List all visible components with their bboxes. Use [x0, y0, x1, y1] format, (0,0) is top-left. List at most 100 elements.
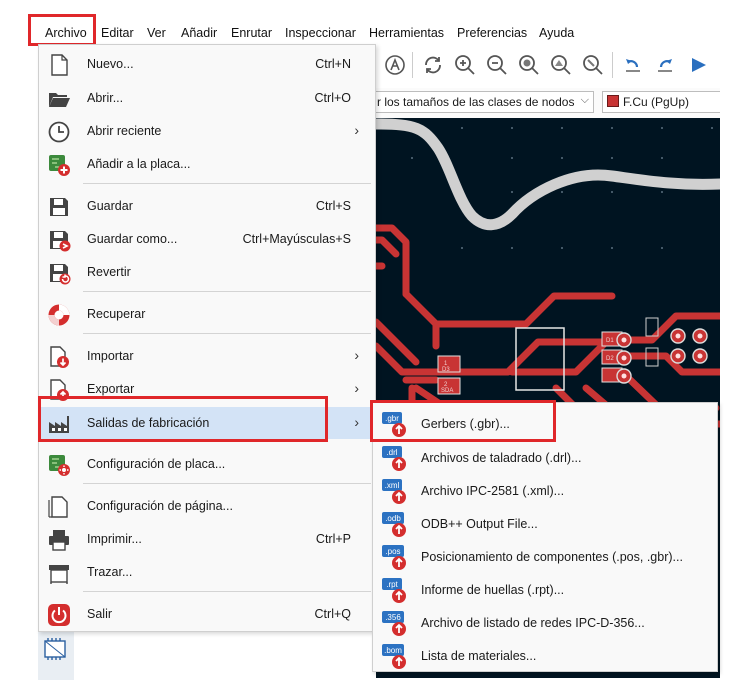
add-board-icon	[49, 155, 70, 176]
submenu-item-taladrado[interactable]: .drl Archivos de taladrado (.drl)...	[373, 441, 717, 474]
copper-tracks	[376, 224, 720, 428]
menu-item-label: Trazar...	[87, 565, 133, 579]
menu-item-trazar[interactable]: Trazar...	[39, 557, 375, 587]
zoom-selection-icon[interactable]	[582, 54, 604, 76]
autoroute-icon[interactable]	[384, 54, 406, 76]
xml-file-icon: .xml	[382, 479, 406, 504]
zoom-out-icon[interactable]	[486, 54, 508, 76]
toolbar-divider	[412, 52, 413, 78]
menu-item-abrir-reciente[interactable]: Abrir reciente ›	[39, 116, 375, 146]
pcb-footprint-icon[interactable]	[42, 636, 68, 662]
import-icon	[50, 346, 69, 368]
zoom-objects-icon[interactable]	[550, 54, 572, 76]
menu-item-shortcut: Ctrl+Q	[314, 607, 351, 621]
save-as-icon	[50, 231, 71, 252]
layer-select[interactable]: F.Cu (PgUp)	[602, 91, 720, 113]
menu-item-nuevo[interactable]: Nuevo... Ctrl+N	[39, 49, 375, 79]
recover-icon	[48, 304, 70, 326]
submenu-item-label: Lista de materiales...	[421, 649, 537, 663]
left-toolbar-strip	[38, 632, 74, 680]
menu-item-label: Recuperar	[87, 307, 146, 321]
menu-item-shortcut: Ctrl+Mayúsculas+S	[242, 232, 351, 246]
refresh-icon[interactable]	[422, 54, 444, 76]
pad-label-sda: SDA	[441, 388, 453, 394]
board-edge-outline	[376, 118, 720, 231]
file-badge: .bom	[384, 646, 402, 655]
layer-select-value: F.Cu (PgUp)	[623, 95, 690, 109]
menu-bar: Archivo Editar Ver Añadir Enrutar Inspec…	[0, 22, 720, 44]
menu-separator	[83, 591, 371, 592]
menu-item-label: Importar	[87, 349, 134, 363]
menu-item-label: Guardar	[87, 199, 133, 213]
menu-item-label: Nuevo...	[87, 57, 134, 71]
menu-separator	[83, 483, 371, 484]
submenu-item-label: Posicionamiento de componentes (.pos, .g…	[421, 550, 683, 564]
menu-enrutar[interactable]: Enrutar	[231, 26, 272, 40]
new-file-icon	[51, 54, 68, 76]
menu-ver[interactable]: Ver	[147, 26, 166, 40]
pad-label-d1: D1	[606, 338, 614, 344]
rotate-cw-icon[interactable]	[654, 54, 676, 76]
zoom-in-icon[interactable]	[454, 54, 476, 76]
submenu-item-posicionamiento[interactable]: .pos Posicionamiento de componentes (.po…	[373, 540, 717, 573]
menu-ayuda[interactable]: Ayuda	[539, 26, 574, 40]
submenu-item-ipc2581[interactable]: .xml Archivo IPC-2581 (.xml)...	[373, 474, 717, 507]
menu-item-label: Guardar como...	[87, 232, 178, 246]
archivo-highlight-box	[28, 14, 96, 46]
menu-item-label: Revertir	[87, 265, 131, 279]
submenu-item-ipc-d-356[interactable]: .356 Archivo de listado de redes IPC-D-3…	[373, 606, 717, 639]
file-badge: .odb	[385, 514, 401, 523]
netclass-select-value: r los tamaños de las clases de nodos	[377, 95, 575, 109]
submenu-arrow-icon: ›	[354, 380, 359, 396]
menu-item-salir[interactable]: Salir Ctrl+Q	[39, 599, 375, 629]
submenu-item-label: Archivo de listado de redes IPC-D-356...	[421, 616, 645, 630]
menu-item-guardar[interactable]: Guardar Ctrl+S	[39, 191, 375, 221]
submenu-arrow-icon: ›	[354, 347, 359, 363]
submenu-item-informe-huellas[interactable]: .rpt Informe de huellas (.rpt)...	[373, 573, 717, 606]
submenu-item-lista-materiales[interactable]: .bom Lista de materiales...	[373, 639, 717, 672]
menu-anadir[interactable]: Añadir	[181, 26, 217, 40]
submenu-item-label: Archivos de taladrado (.drl)...	[421, 451, 582, 465]
menu-item-label: Configuración de placa...	[87, 457, 226, 471]
menu-item-label: Imprimir...	[87, 532, 142, 546]
menu-item-shortcut: Ctrl+P	[315, 532, 351, 546]
netlist-file-icon: .356	[382, 611, 406, 636]
rotate-ccw-icon[interactable]	[622, 54, 644, 76]
menu-preferencias[interactable]: Preferencias	[457, 26, 527, 40]
menu-item-shortcut: Ctrl+S	[315, 199, 351, 213]
menu-item-configuracion-placa[interactable]: Configuración de placa...	[39, 449, 375, 479]
menu-item-shortcut: Ctrl+N	[315, 57, 351, 71]
toolbar-divider	[612, 52, 613, 78]
menu-item-imprimir[interactable]: Imprimir... Ctrl+P	[39, 524, 375, 554]
netclass-select[interactable]: r los tamaños de las clases de nodos ⌵	[372, 91, 594, 113]
menu-item-anadir-placa[interactable]: Añadir a la placa...	[39, 149, 375, 179]
menu-item-importar[interactable]: Importar ›	[39, 341, 375, 371]
submenu-item-odb[interactable]: .odb ODB++ Output File...	[373, 507, 717, 540]
save-icon	[50, 198, 68, 216]
menu-item-guardar-como[interactable]: Guardar como... Ctrl+Mayúsculas+S	[39, 224, 375, 254]
menu-item-revertir[interactable]: Revertir	[39, 257, 375, 287]
fabrication-outputs-submenu: .gbr Gerbers (.gbr)... .drl Archivos de …	[372, 402, 718, 672]
plotter-icon	[49, 565, 69, 584]
menu-item-configuracion-pagina[interactable]: Configuración de página...	[39, 491, 375, 521]
submenu-item-label: Archivo IPC-2581 (.xml)...	[421, 484, 565, 498]
menu-item-recuperar[interactable]: Recuperar	[39, 299, 375, 329]
submenu-arrow-icon: ›	[354, 414, 359, 430]
zoom-fit-icon[interactable]	[518, 54, 540, 76]
menu-item-abrir[interactable]: Abrir... Ctrl+O	[39, 83, 375, 113]
layer-color-swatch	[607, 95, 619, 107]
file-badge: .drl	[386, 448, 397, 457]
menu-separator	[83, 333, 371, 334]
rpt-file-icon: .rpt	[382, 578, 406, 603]
odb-file-icon: .odb	[382, 512, 406, 537]
menu-inspeccionar[interactable]: Inspeccionar	[285, 26, 356, 40]
flip-icon[interactable]	[688, 54, 710, 76]
menu-item-label: Configuración de página...	[87, 499, 233, 513]
menu-item-label: Añadir a la placa...	[87, 157, 191, 171]
revert-icon	[50, 264, 71, 285]
file-badge: .rpt	[386, 580, 398, 589]
menu-herramientas[interactable]: Herramientas	[369, 26, 444, 40]
pos-file-icon: .pos	[382, 545, 406, 570]
menu-editar[interactable]: Editar	[101, 26, 134, 40]
chevron-down-icon: ⌵	[580, 94, 589, 106]
